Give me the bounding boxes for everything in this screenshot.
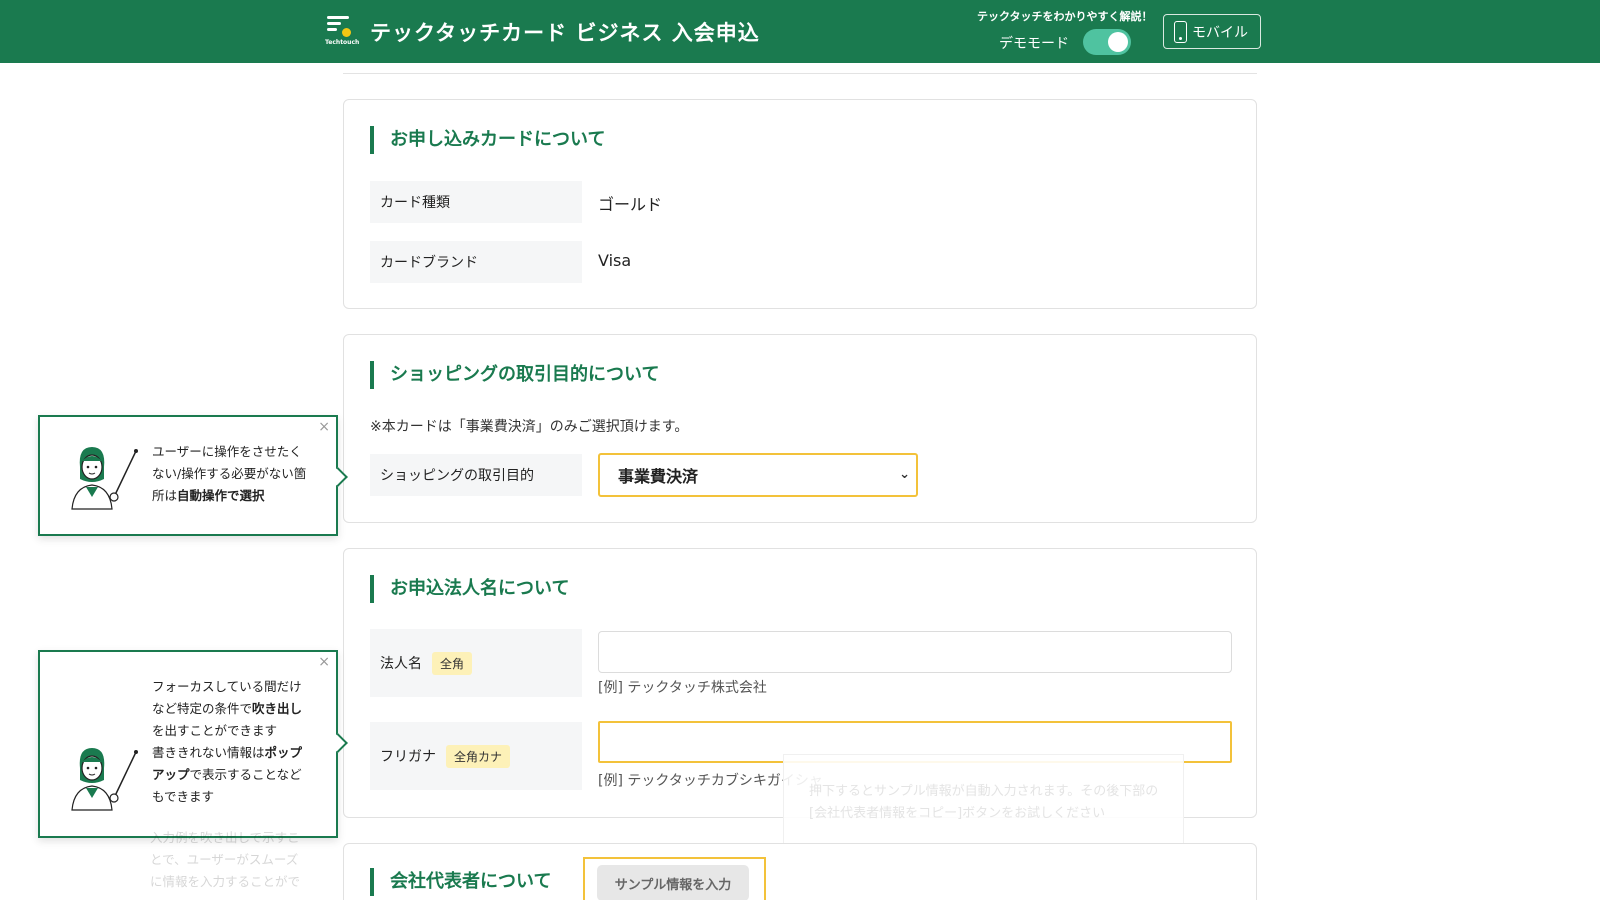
card-section-title: お申し込みカードについて bbox=[370, 126, 605, 154]
callout-line: で表示することなど bbox=[189, 767, 302, 782]
card-brand-label: カードブランド bbox=[370, 241, 582, 283]
corp-name-input[interactable] bbox=[598, 631, 1232, 673]
representative-section: 会社代表者について bbox=[343, 843, 1257, 900]
card-info-section: お申し込みカードについて カード種類 ゴールド カードブランド Visa bbox=[343, 99, 1257, 309]
shopping-purpose-label-text: ショッピングの取引目的 bbox=[380, 468, 534, 484]
divider bbox=[343, 73, 1257, 74]
close-icon[interactable]: × bbox=[318, 654, 330, 670]
shopping-note: ※本カードは「事業費決済」のみご選択頂けます。 bbox=[370, 419, 689, 435]
callout-line: など特定の条件で bbox=[152, 701, 253, 716]
callout-line: 書ききれない情報は bbox=[152, 745, 265, 760]
shopping-purpose-select[interactable]: 事業費決済 ⌄ bbox=[598, 453, 918, 497]
demo-caption: テックタッチをわかりやすく解説！ bbox=[977, 10, 1153, 23]
callout-emphasis: ポップ bbox=[264, 745, 303, 760]
close-icon[interactable]: × bbox=[318, 419, 330, 435]
card-type-label: カード種類 bbox=[370, 181, 582, 223]
shopping-purpose-section: ショッピングの取引目的について ※本カードは「事業費決済」のみご選択頂けます。 … bbox=[343, 334, 1257, 523]
faded-tooltip-line: [会社代表者情報をコピー]ボタンをお試しください bbox=[809, 806, 1106, 821]
callout-line: とで、ユーザーがスムーズ bbox=[150, 852, 299, 867]
callout-line: 入力例を吹き出しで示すこ bbox=[150, 830, 300, 845]
corp-name-label-text: 法人名 bbox=[380, 656, 422, 672]
guide-woman-icon bbox=[71, 447, 138, 510]
sample-info-button[interactable]: サンプル情報を入力 bbox=[597, 865, 749, 900]
mobile-button-label: モバイル bbox=[1192, 24, 1248, 41]
card-brand-label-text: カードブランド bbox=[380, 255, 478, 271]
guide-woman-icon bbox=[71, 748, 138, 811]
faded-tooltip-line: 押下するとサンプル情報が自動入力されます。その後下部の bbox=[809, 784, 1159, 799]
phone-icon bbox=[1174, 20, 1187, 43]
zenkaku-kana-badge: 全角カナ bbox=[446, 744, 511, 768]
callout-line: ない/操作する必要がない箇 bbox=[152, 466, 307, 481]
callout-emphasis: 吹き出し bbox=[252, 701, 303, 716]
rep-section-title: 会社代表者について bbox=[370, 868, 551, 896]
callout-line: に情報を入力することがで bbox=[150, 874, 301, 889]
logo-text: Techtouch bbox=[325, 39, 360, 46]
corp-name-example: [例] テックタッチ株式会社 bbox=[598, 680, 767, 696]
corp-kana-label-text: フリガナ bbox=[380, 749, 436, 765]
shopping-purpose-value: 事業費決済 bbox=[618, 467, 699, 486]
shopping-purpose-label: ショッピングの取引目的 bbox=[370, 454, 582, 496]
mobile-button[interactable]: モバイル bbox=[1163, 14, 1261, 49]
card-type-label-text: カード種類 bbox=[380, 195, 450, 211]
corp-name-label: 法人名 全角 bbox=[370, 629, 582, 697]
callout-text: フォーカスしている間だけ など特定の条件で吹き出し を出すことができます 書きき… bbox=[152, 676, 322, 808]
demo-mode-label: デモモード bbox=[999, 36, 1069, 52]
callout-emphasis: 自動操作で選択 bbox=[177, 488, 265, 503]
callout-auto-select: × ユーザーに操作をさせたく ない/操作する必要がない箇 所は自動操作で選択 bbox=[38, 415, 348, 536]
corp-section-title: お申込法人名について bbox=[370, 575, 569, 603]
techtouch-logo-icon: Techtouch bbox=[325, 16, 359, 46]
zenkaku-badge: 全角 bbox=[432, 651, 473, 675]
callout-line: 所は bbox=[152, 488, 178, 503]
callout-text: ユーザーに操作をさせたく ない/操作する必要がない箇 所は自動操作で選択 bbox=[152, 441, 322, 507]
callout-line: を出すことができます bbox=[152, 723, 278, 738]
chevron-down-icon: ⌄ bbox=[899, 467, 910, 482]
demo-mode-toggle[interactable] bbox=[1083, 29, 1131, 55]
card-brand-value: Visa bbox=[598, 251, 632, 270]
callout-text: 入力例を吹き出しで示すこ とで、ユーザーがスムーズ に情報を入力することがで bbox=[150, 827, 300, 893]
app-header: Techtouch テックタッチカード ビジネス 入会申込 テックタッチをわかり… bbox=[0, 0, 1600, 63]
toggle-knob bbox=[1108, 32, 1128, 52]
page-title: テックタッチカード ビジネス 入会申込 bbox=[370, 21, 760, 45]
faded-tooltip: 押下するとサンプル情報が自動入力されます。その後下部の [会社代表者情報をコピー… bbox=[783, 754, 1184, 851]
callout-line: フォーカスしている間だけ bbox=[152, 679, 302, 694]
corp-kana-label: フリガナ 全角カナ bbox=[370, 722, 582, 790]
faded-callout: 入力例を吹き出しで示すこ とで、ユーザーがスムーズ に情報を入力することがで bbox=[38, 805, 338, 900]
shopping-section-title: ショッピングの取引目的について bbox=[370, 361, 659, 389]
callout-emphasis: アップ bbox=[152, 767, 190, 782]
card-type-value: ゴールド bbox=[598, 195, 663, 214]
callout-line: ユーザーに操作をさせたく bbox=[152, 444, 302, 459]
